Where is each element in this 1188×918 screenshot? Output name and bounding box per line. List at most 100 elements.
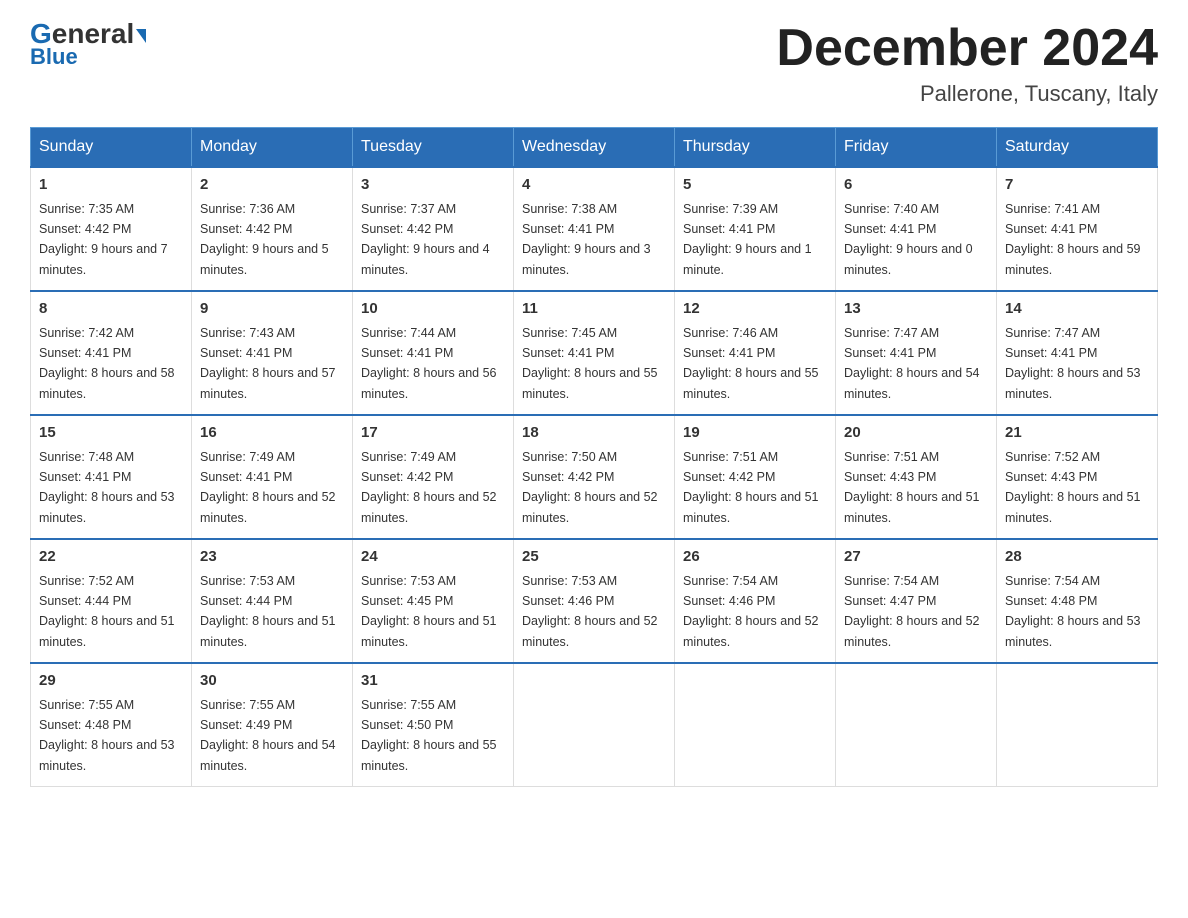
- day-info: Sunrise: 7:46 AMSunset: 4:41 PMDaylight:…: [683, 326, 819, 401]
- day-number: 19: [683, 422, 827, 445]
- day-info: Sunrise: 7:41 AMSunset: 4:41 PMDaylight:…: [1005, 202, 1141, 277]
- location-title: Pallerone, Tuscany, Italy: [776, 81, 1158, 107]
- day-number: 4: [522, 174, 666, 197]
- page-header: General Blue December 2024 Pallerone, Tu…: [30, 20, 1158, 107]
- calendar-week-row: 22 Sunrise: 7:52 AMSunset: 4:44 PMDaylig…: [31, 539, 1158, 663]
- day-info: Sunrise: 7:54 AMSunset: 4:48 PMDaylight:…: [1005, 574, 1141, 649]
- header-wednesday: Wednesday: [514, 128, 675, 168]
- day-number: 9: [200, 298, 344, 321]
- table-row: [675, 663, 836, 787]
- table-row: 30 Sunrise: 7:55 AMSunset: 4:49 PMDaylig…: [192, 663, 353, 787]
- day-info: Sunrise: 7:48 AMSunset: 4:41 PMDaylight:…: [39, 450, 175, 525]
- table-row: 31 Sunrise: 7:55 AMSunset: 4:50 PMDaylig…: [353, 663, 514, 787]
- day-info: Sunrise: 7:47 AMSunset: 4:41 PMDaylight:…: [1005, 326, 1141, 401]
- day-info: Sunrise: 7:50 AMSunset: 4:42 PMDaylight:…: [522, 450, 658, 525]
- day-number: 25: [522, 546, 666, 569]
- day-number: 29: [39, 670, 183, 693]
- day-number: 3: [361, 174, 505, 197]
- calendar-week-row: 8 Sunrise: 7:42 AMSunset: 4:41 PMDayligh…: [31, 291, 1158, 415]
- day-number: 10: [361, 298, 505, 321]
- day-number: 13: [844, 298, 988, 321]
- table-row: 14 Sunrise: 7:47 AMSunset: 4:41 PMDaylig…: [997, 291, 1158, 415]
- day-number: 20: [844, 422, 988, 445]
- day-info: Sunrise: 7:53 AMSunset: 4:44 PMDaylight:…: [200, 574, 336, 649]
- day-info: Sunrise: 7:49 AMSunset: 4:42 PMDaylight:…: [361, 450, 497, 525]
- table-row: 12 Sunrise: 7:46 AMSunset: 4:41 PMDaylig…: [675, 291, 836, 415]
- table-row: 29 Sunrise: 7:55 AMSunset: 4:48 PMDaylig…: [31, 663, 192, 787]
- day-number: 18: [522, 422, 666, 445]
- day-info: Sunrise: 7:52 AMSunset: 4:44 PMDaylight:…: [39, 574, 175, 649]
- day-info: Sunrise: 7:37 AMSunset: 4:42 PMDaylight:…: [361, 202, 490, 277]
- header-saturday: Saturday: [997, 128, 1158, 168]
- day-info: Sunrise: 7:51 AMSunset: 4:42 PMDaylight:…: [683, 450, 819, 525]
- table-row: 6 Sunrise: 7:40 AMSunset: 4:41 PMDayligh…: [836, 167, 997, 291]
- table-row: 28 Sunrise: 7:54 AMSunset: 4:48 PMDaylig…: [997, 539, 1158, 663]
- header-tuesday: Tuesday: [353, 128, 514, 168]
- day-info: Sunrise: 7:40 AMSunset: 4:41 PMDaylight:…: [844, 202, 973, 277]
- table-row: 1 Sunrise: 7:35 AMSunset: 4:42 PMDayligh…: [31, 167, 192, 291]
- table-row: 7 Sunrise: 7:41 AMSunset: 4:41 PMDayligh…: [997, 167, 1158, 291]
- header-sunday: Sunday: [31, 128, 192, 168]
- day-info: Sunrise: 7:53 AMSunset: 4:46 PMDaylight:…: [522, 574, 658, 649]
- day-info: Sunrise: 7:55 AMSunset: 4:48 PMDaylight:…: [39, 698, 175, 773]
- table-row: 13 Sunrise: 7:47 AMSunset: 4:41 PMDaylig…: [836, 291, 997, 415]
- table-row: 5 Sunrise: 7:39 AMSunset: 4:41 PMDayligh…: [675, 167, 836, 291]
- day-info: Sunrise: 7:39 AMSunset: 4:41 PMDaylight:…: [683, 202, 812, 277]
- table-row: [997, 663, 1158, 787]
- table-row: 15 Sunrise: 7:48 AMSunset: 4:41 PMDaylig…: [31, 415, 192, 539]
- day-info: Sunrise: 7:47 AMSunset: 4:41 PMDaylight:…: [844, 326, 980, 401]
- calendar-week-row: 1 Sunrise: 7:35 AMSunset: 4:42 PMDayligh…: [31, 167, 1158, 291]
- day-info: Sunrise: 7:45 AMSunset: 4:41 PMDaylight:…: [522, 326, 658, 401]
- table-row: [514, 663, 675, 787]
- day-number: 27: [844, 546, 988, 569]
- day-info: Sunrise: 7:35 AMSunset: 4:42 PMDaylight:…: [39, 202, 168, 277]
- calendar-week-row: 29 Sunrise: 7:55 AMSunset: 4:48 PMDaylig…: [31, 663, 1158, 787]
- day-number: 5: [683, 174, 827, 197]
- day-info: Sunrise: 7:54 AMSunset: 4:46 PMDaylight:…: [683, 574, 819, 649]
- day-number: 28: [1005, 546, 1149, 569]
- day-number: 17: [361, 422, 505, 445]
- table-row: 21 Sunrise: 7:52 AMSunset: 4:43 PMDaylig…: [997, 415, 1158, 539]
- day-number: 2: [200, 174, 344, 197]
- day-info: Sunrise: 7:38 AMSunset: 4:41 PMDaylight:…: [522, 202, 651, 277]
- day-number: 24: [361, 546, 505, 569]
- header-friday: Friday: [836, 128, 997, 168]
- day-number: 16: [200, 422, 344, 445]
- table-row: 26 Sunrise: 7:54 AMSunset: 4:46 PMDaylig…: [675, 539, 836, 663]
- table-row: 19 Sunrise: 7:51 AMSunset: 4:42 PMDaylig…: [675, 415, 836, 539]
- table-row: 25 Sunrise: 7:53 AMSunset: 4:46 PMDaylig…: [514, 539, 675, 663]
- day-info: Sunrise: 7:52 AMSunset: 4:43 PMDaylight:…: [1005, 450, 1141, 525]
- table-row: 2 Sunrise: 7:36 AMSunset: 4:42 PMDayligh…: [192, 167, 353, 291]
- table-row: 9 Sunrise: 7:43 AMSunset: 4:41 PMDayligh…: [192, 291, 353, 415]
- day-number: 8: [39, 298, 183, 321]
- day-number: 23: [200, 546, 344, 569]
- day-info: Sunrise: 7:55 AMSunset: 4:50 PMDaylight:…: [361, 698, 497, 773]
- day-info: Sunrise: 7:43 AMSunset: 4:41 PMDaylight:…: [200, 326, 336, 401]
- header-thursday: Thursday: [675, 128, 836, 168]
- table-row: 8 Sunrise: 7:42 AMSunset: 4:41 PMDayligh…: [31, 291, 192, 415]
- table-row: 27 Sunrise: 7:54 AMSunset: 4:47 PMDaylig…: [836, 539, 997, 663]
- table-row: 18 Sunrise: 7:50 AMSunset: 4:42 PMDaylig…: [514, 415, 675, 539]
- day-number: 30: [200, 670, 344, 693]
- table-row: 23 Sunrise: 7:53 AMSunset: 4:44 PMDaylig…: [192, 539, 353, 663]
- table-row: 16 Sunrise: 7:49 AMSunset: 4:41 PMDaylig…: [192, 415, 353, 539]
- day-info: Sunrise: 7:53 AMSunset: 4:45 PMDaylight:…: [361, 574, 497, 649]
- day-number: 1: [39, 174, 183, 197]
- table-row: 22 Sunrise: 7:52 AMSunset: 4:44 PMDaylig…: [31, 539, 192, 663]
- day-number: 22: [39, 546, 183, 569]
- table-row: 11 Sunrise: 7:45 AMSunset: 4:41 PMDaylig…: [514, 291, 675, 415]
- day-info: Sunrise: 7:55 AMSunset: 4:49 PMDaylight:…: [200, 698, 336, 773]
- table-row: 3 Sunrise: 7:37 AMSunset: 4:42 PMDayligh…: [353, 167, 514, 291]
- title-section: December 2024 Pallerone, Tuscany, Italy: [776, 20, 1158, 107]
- day-number: 21: [1005, 422, 1149, 445]
- calendar-week-row: 15 Sunrise: 7:48 AMSunset: 4:41 PMDaylig…: [31, 415, 1158, 539]
- day-number: 31: [361, 670, 505, 693]
- day-number: 14: [1005, 298, 1149, 321]
- table-row: 17 Sunrise: 7:49 AMSunset: 4:42 PMDaylig…: [353, 415, 514, 539]
- day-info: Sunrise: 7:54 AMSunset: 4:47 PMDaylight:…: [844, 574, 980, 649]
- logo-blue-text: Blue: [30, 44, 78, 70]
- logo: General Blue: [30, 20, 146, 70]
- day-number: 7: [1005, 174, 1149, 197]
- day-number: 11: [522, 298, 666, 321]
- day-number: 26: [683, 546, 827, 569]
